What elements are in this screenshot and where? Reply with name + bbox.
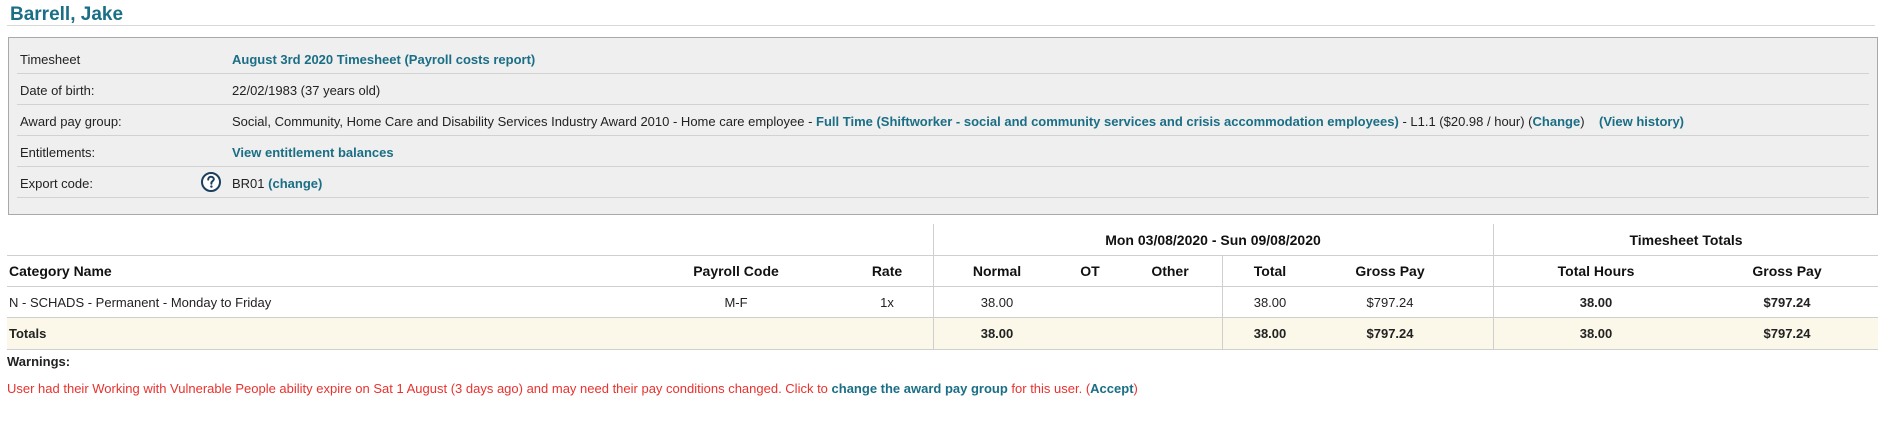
row-payroll-code: M-F [724, 295, 748, 310]
totals-total-hours: 38.00 [1579, 326, 1613, 341]
divider [7, 317, 1878, 318]
export-paren-close: ) [318, 176, 323, 191]
export-code-label: Export code: [20, 176, 93, 191]
warning-text-post: for this user. ( [1007, 381, 1091, 396]
timesheet-totals-header: Timesheet Totals [1629, 232, 1743, 248]
warnings-title: Warnings: [7, 354, 71, 369]
award-paren-close: ) [1580, 114, 1585, 129]
column-header-rate: Rate [871, 263, 903, 279]
warning-text-end: ) [1133, 381, 1138, 396]
info-row-timesheet: Timesheet August 3rd 2020 Timesheet (Pay… [17, 43, 1869, 74]
row-category: N - SCHADS - Permanent - Monday to Frida… [9, 295, 272, 310]
export-code: BR01 [232, 176, 265, 191]
timesheet-link[interactable]: August 3rd 2020 Timesheet [232, 52, 401, 67]
row-totals-gross-pay: $797.24 [1763, 295, 1811, 310]
award-description: Social, Community, Home Care and Disabil… [232, 114, 817, 129]
timesheet-value: August 3rd 2020 Timesheet (Payroll costs… [232, 52, 535, 67]
column-header-total: Total [1253, 263, 1287, 279]
timesheet-table: Mon 03/08/2020 - Sun 09/08/2020 Timeshee… [7, 224, 1878, 350]
question-circle-icon[interactable] [200, 171, 222, 193]
payroll-costs-report-link[interactable]: Payroll costs report [409, 52, 531, 67]
employment-type-link[interactable]: Full Time (Shiftworker - social and comm… [816, 114, 1399, 129]
warning-text-pre: User had their Working with Vulnerable P… [7, 381, 832, 396]
row-total: 38.00 [1253, 295, 1287, 310]
info-row-dob: Date of birth: 22/02/1983 (37 years old) [17, 74, 1869, 105]
column-header-ot: OT [1080, 263, 1100, 279]
divider [7, 255, 1878, 256]
change-award-link[interactable]: Change [1533, 114, 1581, 129]
award-value: Social, Community, Home Care and Disabil… [232, 114, 1684, 129]
totals-normal: 38.00 [980, 326, 1014, 341]
warning-message: User had their Working with Vulnerable P… [7, 381, 1138, 396]
divider [933, 224, 934, 350]
divider [7, 286, 1878, 287]
totals-totals-gross-pay: $797.24 [1763, 326, 1811, 341]
column-header-totals-gross-pay: Gross Pay [1752, 263, 1822, 279]
report-paren-close: ) [530, 52, 536, 67]
change-award-pay-group-link[interactable]: change the award pay group [832, 381, 1008, 396]
column-header-gross-pay: Gross Pay [1355, 263, 1425, 279]
info-row-award: Award pay group: Social, Community, Home… [17, 105, 1869, 136]
view-entitlement-balances-link[interactable]: View entitlement balances [232, 145, 394, 160]
row-gross-pay: $797.24 [1366, 295, 1414, 310]
column-header-total-hours: Total Hours [1557, 263, 1635, 279]
entitlements-label: Entitlements: [20, 145, 96, 160]
totals-label: Totals [9, 326, 47, 341]
employee-info-panel: Timesheet August 3rd 2020 Timesheet (Pay… [8, 37, 1878, 215]
export-code-value: BR01 (change) [232, 176, 322, 191]
page-title: Barrell, Jake [10, 4, 124, 25]
row-normal: 38.00 [980, 295, 1014, 310]
totals-gross-pay: $797.24 [1366, 326, 1414, 341]
divider [1222, 255, 1223, 350]
page-header: Barrell, Jake [7, 0, 1875, 26]
totals-total: 38.00 [1253, 326, 1287, 341]
column-header-payroll-code: Payroll Code [693, 263, 779, 279]
view-history-link[interactable]: View history [1603, 114, 1679, 129]
dob-label: Date of birth: [20, 83, 95, 98]
column-header-category: Category Name [9, 263, 112, 279]
change-export-code-link[interactable]: change [273, 176, 319, 191]
info-row-entitlements: Entitlements: View entitlement balances [17, 136, 1869, 167]
dob-value: 22/02/1983 (37 years old) [232, 83, 381, 98]
divider [1493, 224, 1494, 350]
award-label: Award pay group: [20, 114, 122, 129]
period-header: Mon 03/08/2020 - Sun 09/08/2020 [1105, 232, 1321, 248]
entitlements-value: View entitlement balances [232, 145, 394, 160]
row-total-hours: 38.00 [1579, 295, 1613, 310]
timesheet-label: Timesheet [20, 52, 81, 67]
award-level: - L1.1 ($20.98 / hour) ( [1398, 114, 1533, 129]
history-paren-close: ) [1679, 114, 1685, 129]
accept-warning-link[interactable]: Accept [1090, 381, 1133, 396]
column-header-normal: Normal [972, 263, 1022, 279]
divider [7, 349, 1878, 350]
row-rate: 1x [880, 295, 894, 310]
info-row-export-code: Export code: BR01 (change) [17, 167, 1869, 198]
column-header-other: Other [1151, 263, 1189, 279]
